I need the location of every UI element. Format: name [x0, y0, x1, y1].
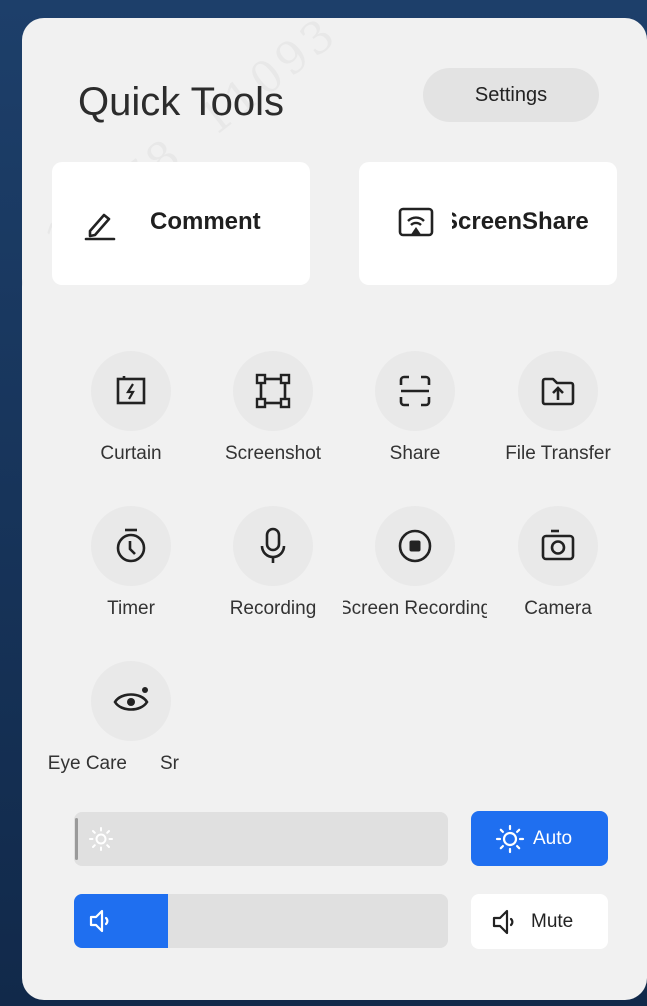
tool-camera[interactable]: Camera	[488, 506, 628, 636]
tool-label: File Transfer	[505, 443, 611, 464]
tool-label: Share	[389, 443, 441, 464]
eye-icon	[113, 687, 149, 711]
tool-file-transfer[interactable]: File Transfer	[488, 351, 628, 481]
pen-icon	[84, 213, 116, 241]
tool-share[interactable]: Share	[345, 351, 485, 481]
brightness-slider-handle[interactable]	[75, 818, 78, 860]
volume-slider[interactable]	[74, 894, 448, 948]
sun-icon	[89, 827, 113, 851]
tool-label: Screen Recording	[343, 598, 487, 619]
crop-frame-icon	[255, 373, 291, 409]
comment-button[interactable]: Comment	[52, 162, 310, 285]
tool-label: Screenshot	[224, 443, 322, 464]
curtain-icon	[116, 376, 146, 405]
auto-brightness-button[interactable]: Auto	[471, 811, 608, 866]
tool-timer[interactable]: Timer	[61, 506, 201, 636]
screenshare-button[interactable]: ScreenShare	[359, 162, 617, 285]
screenshare-label: ScreenShare	[452, 208, 589, 235]
camera-icon	[541, 529, 575, 561]
settings-button[interactable]: Settings	[423, 68, 599, 122]
tool-label: Recording	[229, 598, 317, 619]
tool-label: Curtain	[100, 443, 162, 464]
auto-sun-icon	[495, 824, 525, 853]
tool-label: Eye Care	[47, 753, 126, 774]
tool-label: Timer	[107, 598, 155, 619]
folder-upload-icon	[541, 377, 575, 406]
tool-label: Camera	[524, 598, 592, 619]
scan-icon	[399, 375, 431, 407]
speaker-icon	[492, 909, 514, 934]
auto-label: Auto	[533, 827, 573, 849]
brightness-slider[interactable]	[74, 812, 448, 866]
tool-recording[interactable]: Recording	[203, 506, 343, 636]
tool-curtain[interactable]: Curtain	[61, 351, 201, 481]
comment-label: Comment	[150, 208, 261, 235]
microphone-icon	[260, 527, 286, 563]
record-icon	[398, 529, 432, 563]
tool-overflow-label: Sr	[160, 753, 179, 774]
quick-tools-panel: 8 11078 11093 Quick Tools Settings Comme…	[22, 18, 647, 1000]
tool-screenshot[interactable]: Screenshot	[203, 351, 343, 481]
stopwatch-icon	[116, 528, 146, 563]
tool-screen-recording[interactable]: Screen Recording	[343, 506, 487, 636]
panel-title: Quick Tools	[78, 80, 285, 124]
mute-label: Mute	[531, 910, 574, 932]
cast-icon	[398, 207, 434, 237]
speaker-icon	[89, 909, 109, 933]
mute-button[interactable]: Mute	[471, 894, 608, 949]
